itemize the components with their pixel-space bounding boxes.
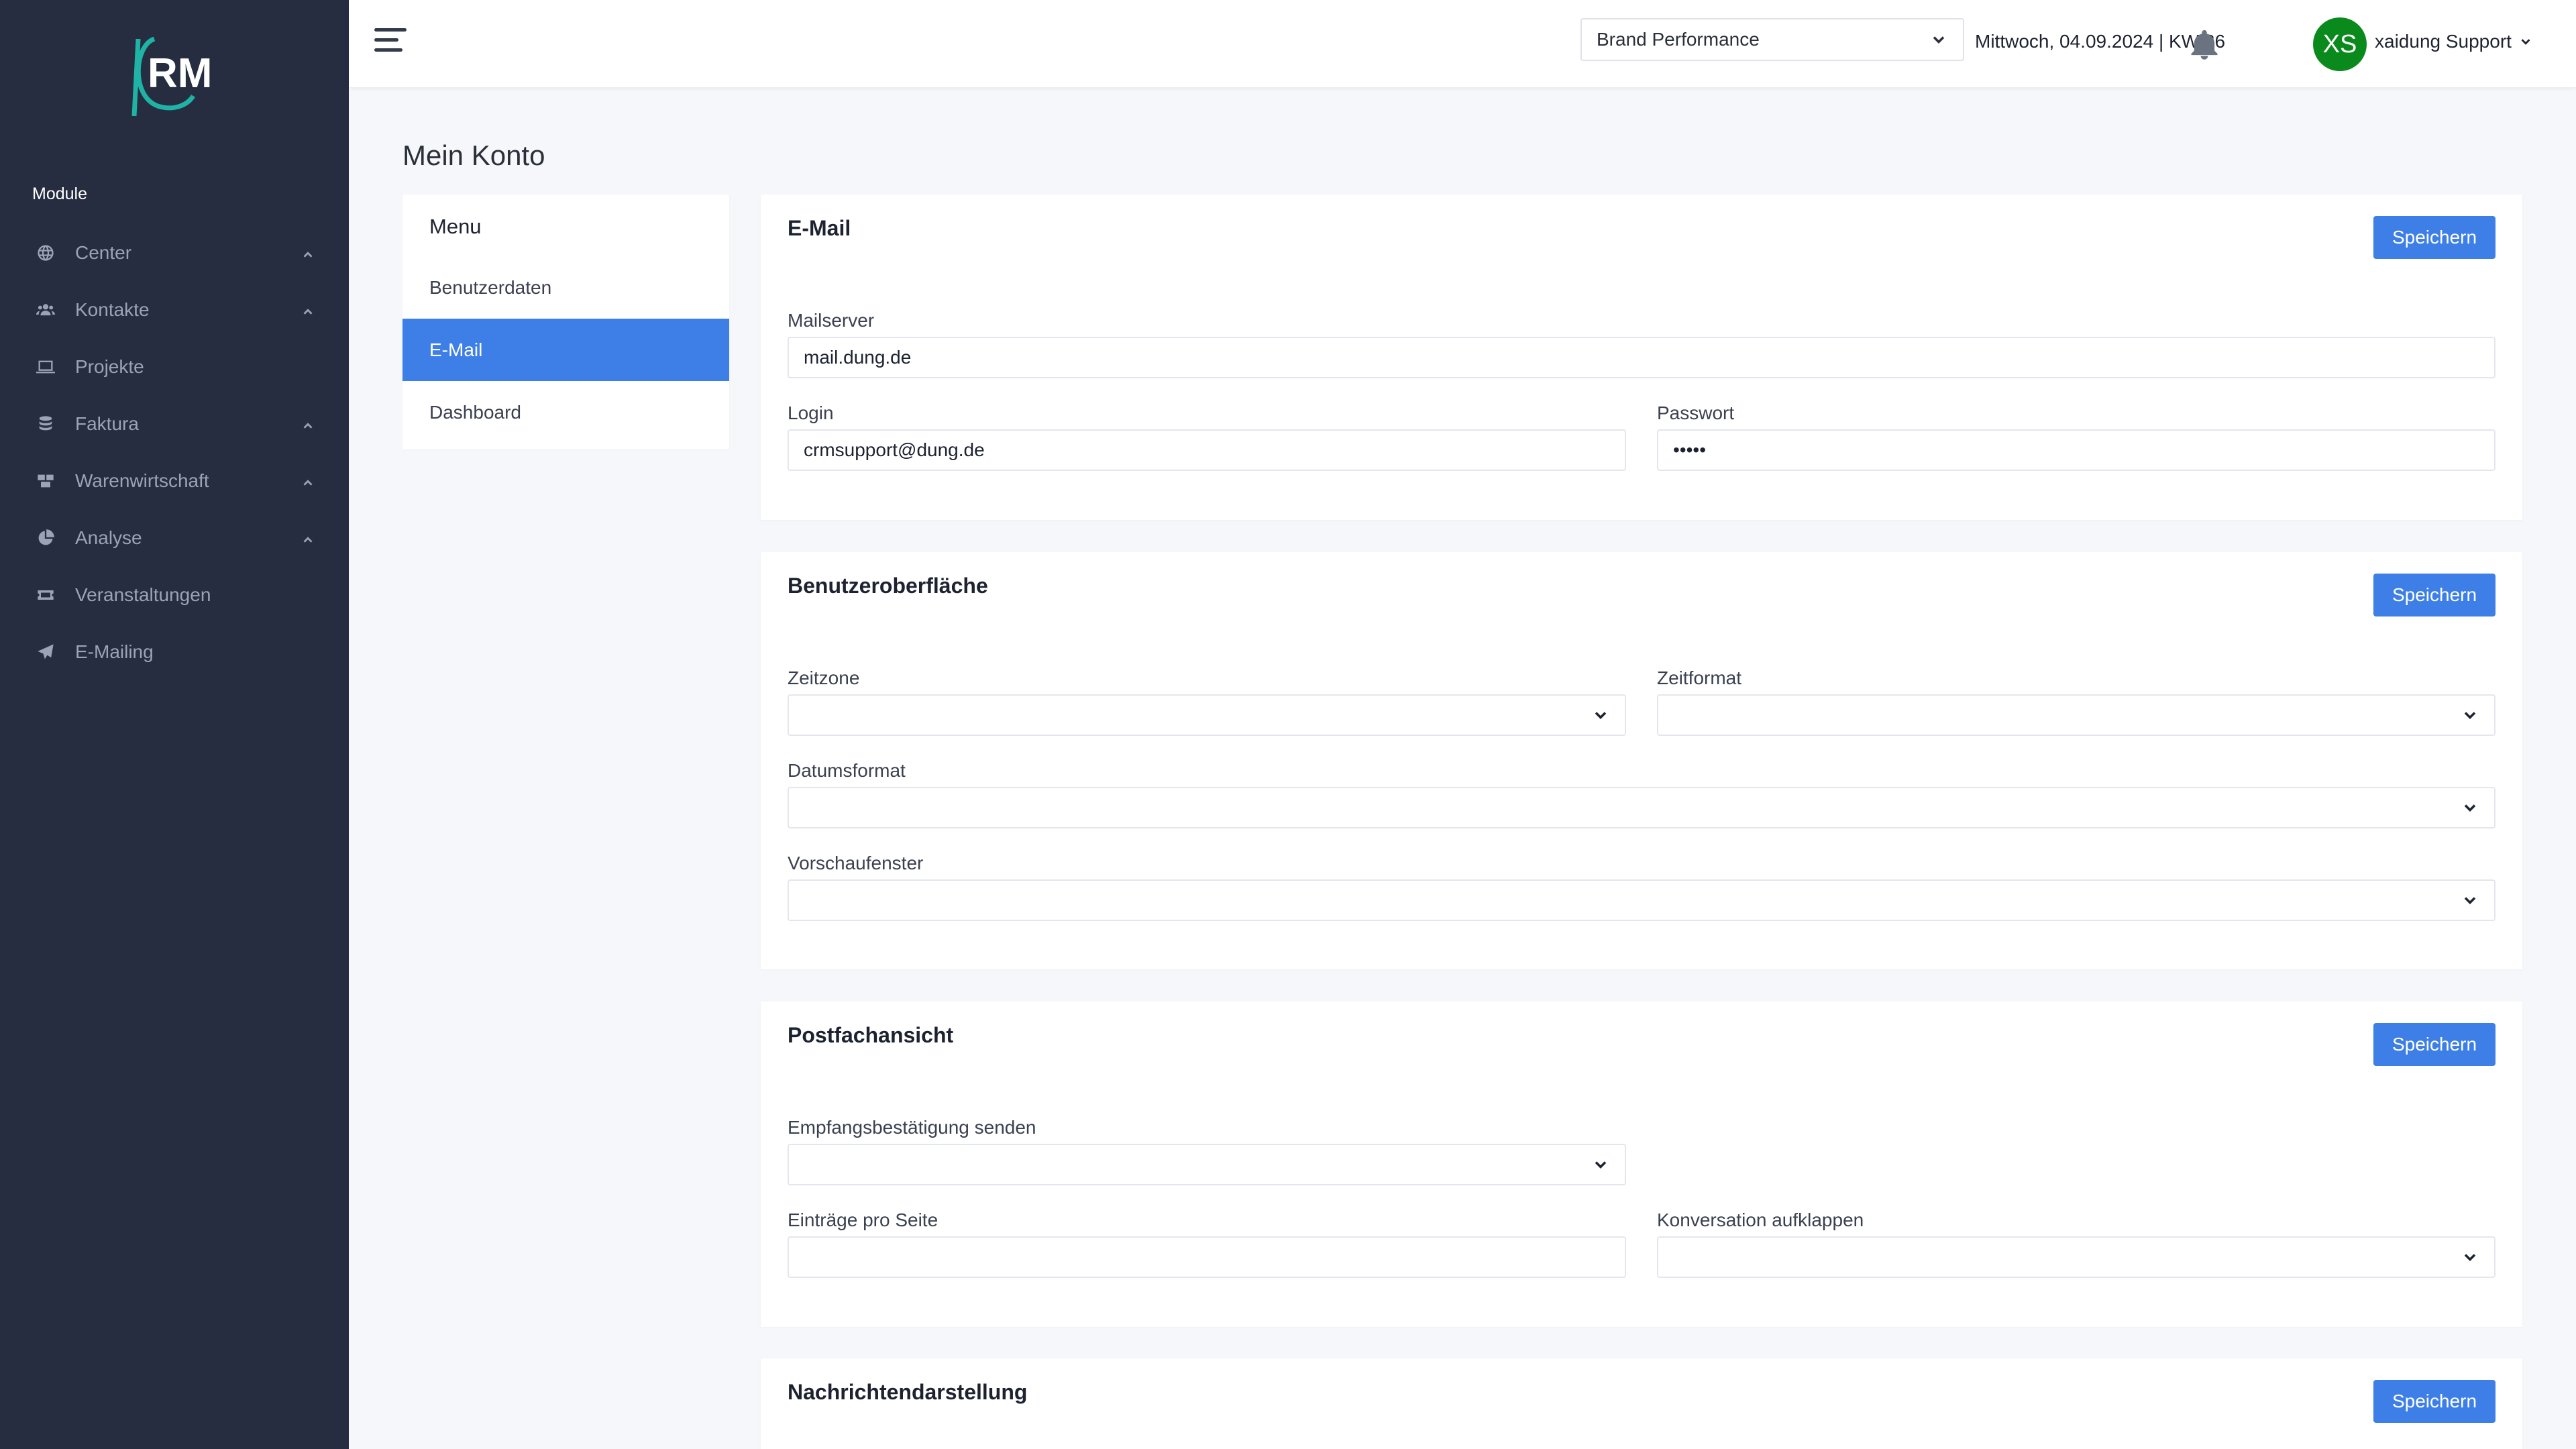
save-button[interactable]: Speichern <box>2373 1380 2496 1423</box>
mailserver-label: Mailserver <box>788 310 875 331</box>
email-settings-card: E-Mail Speichern Mailserver mail.dung.de… <box>761 195 2522 520</box>
chevron-down-icon <box>2521 39 2530 45</box>
sidebar-item-e-mailing[interactable]: E-Mailing <box>0 623 349 680</box>
laptop-icon <box>35 356 56 378</box>
login-input[interactable]: crmsupport@dung.de <box>788 429 1626 471</box>
users-icon <box>35 299 56 321</box>
dateformat-label: Datumsformat <box>788 760 906 781</box>
timezone-select[interactable] <box>788 694 1626 736</box>
chevron-up-icon <box>301 246 315 260</box>
mailserver-input[interactable]: mail.dung.de <box>788 337 2496 378</box>
timezone-label: Zeitzone <box>788 667 860 688</box>
chevron-up-icon <box>301 531 315 545</box>
crm-logo[interactable]: RM <box>127 32 228 119</box>
sidebar-item-label: Faktura <box>75 413 139 434</box>
hamburger-menu-icon[interactable] <box>374 28 408 58</box>
sidebar-section-label: Module <box>32 184 87 203</box>
sidebar-item-label: Kontakte <box>75 299 150 320</box>
chevron-down-icon <box>1595 712 1607 719</box>
password-label: Passwort <box>1657 402 1735 423</box>
inbox-settings-card: Postfachansicht Speichern Empfangsbestät… <box>761 1002 2522 1327</box>
save-button[interactable]: Speichern <box>2373 1023 2496 1066</box>
sidebar-item-kontakte[interactable]: Kontakte <box>0 281 349 338</box>
brand-select-value: Brand Performance <box>1597 29 1760 50</box>
brand-select[interactable]: Brand Performance <box>1580 18 1964 61</box>
sidebar-item-label: Warenwirtschaft <box>75 470 209 491</box>
chevron-down-icon <box>1595 1161 1607 1169</box>
menu-item-e-mail[interactable]: E-Mail <box>402 319 729 381</box>
preview-select[interactable] <box>788 879 2496 921</box>
paper-plane-icon <box>35 641 56 663</box>
save-button[interactable]: Speichern <box>2373 574 2496 616</box>
account-menu-title: Menu <box>429 215 482 238</box>
sidebar-item-veranstaltungen[interactable]: Veranstaltungen <box>0 566 349 623</box>
sidebar-item-label: Projekte <box>75 356 144 377</box>
user-menu[interactable]: xaidung Support <box>2375 31 2533 52</box>
conversation-label: Konversation aufklappen <box>1657 1210 1864 1230</box>
sidebar-item-label: Analyse <box>75 527 142 548</box>
chevron-up-icon <box>301 303 315 317</box>
user-name: xaidung Support <box>2375 31 2512 52</box>
preview-label: Vorschaufenster <box>788 853 924 873</box>
chevron-down-icon <box>2464 1254 2476 1261</box>
dateformat-select[interactable] <box>788 787 2496 828</box>
card-title: Benutzeroberfläche <box>788 574 988 598</box>
sidebar-item-label: E-Mailing <box>75 641 154 662</box>
menu-item-dashboard[interactable]: Dashboard <box>402 381 729 443</box>
conversation-select[interactable] <box>1657 1236 2496 1278</box>
pie-chart-icon <box>35 527 56 549</box>
sidebar-nav: Center Kontakte Projekte Faktura Warenwi… <box>0 224 349 680</box>
chevron-down-icon <box>2464 712 2476 719</box>
ui-settings-card: Benutzeroberfläche Speichern Zeitzone Ze… <box>761 552 2522 969</box>
receipt-label: Empfangsbestätigung senden <box>788 1117 1036 1138</box>
chevron-down-icon <box>2464 804 2476 812</box>
chevron-down-icon <box>1933 36 1945 44</box>
save-button[interactable]: Speichern <box>2373 216 2496 259</box>
bell-icon[interactable] <box>2187 27 2222 63</box>
sidebar-item-label: Center <box>75 241 132 263</box>
login-label: Login <box>788 402 834 423</box>
sidebar-item-warenwirtschaft[interactable]: Warenwirtschaft <box>0 452 349 509</box>
globe-icon <box>35 242 56 264</box>
timeformat-select[interactable] <box>1657 694 2496 736</box>
account-menu: Menu Benutzerdaten E-Mail Dashboard <box>402 195 729 449</box>
per-page-label: Einträge pro Seite <box>788 1210 938 1230</box>
card-title: Postfachansicht <box>788 1023 954 1047</box>
sidebar: RM Module Center Kontakte Projekte Faktu… <box>0 0 349 1449</box>
message-display-card: Nachrichtendarstellung Speichern <box>761 1358 2522 1449</box>
coins-icon <box>35 413 56 435</box>
sidebar-item-projekte[interactable]: Projekte <box>0 338 349 395</box>
ticket-icon <box>35 584 56 606</box>
sidebar-item-faktura[interactable]: Faktura <box>0 395 349 452</box>
sidebar-item-label: Veranstaltungen <box>75 584 211 605</box>
topbar: Brand Performance Mittwoch, 04.09.2024 |… <box>349 0 2576 87</box>
page-title: Mein Konto <box>402 140 545 171</box>
sidebar-item-analyse[interactable]: Analyse <box>0 509 349 566</box>
password-input[interactable]: ••••• <box>1657 429 2496 471</box>
chevron-down-icon <box>2464 897 2476 904</box>
menu-item-benutzerdaten[interactable]: Benutzerdaten <box>402 256 729 319</box>
timeformat-label: Zeitformat <box>1657 667 1742 688</box>
chevron-up-icon <box>301 417 315 431</box>
chevron-up-icon <box>301 474 315 488</box>
avatar[interactable]: XS <box>2313 17 2367 71</box>
svg-text:RM: RM <box>148 50 212 97</box>
per-page-input[interactable] <box>788 1236 1626 1278</box>
card-title: Nachrichtendarstellung <box>788 1380 1028 1404</box>
sidebar-item-center[interactable]: Center <box>0 224 349 281</box>
card-title: E-Mail <box>788 216 851 240</box>
boxes-icon <box>35 470 56 492</box>
receipt-select[interactable] <box>788 1144 1626 1185</box>
